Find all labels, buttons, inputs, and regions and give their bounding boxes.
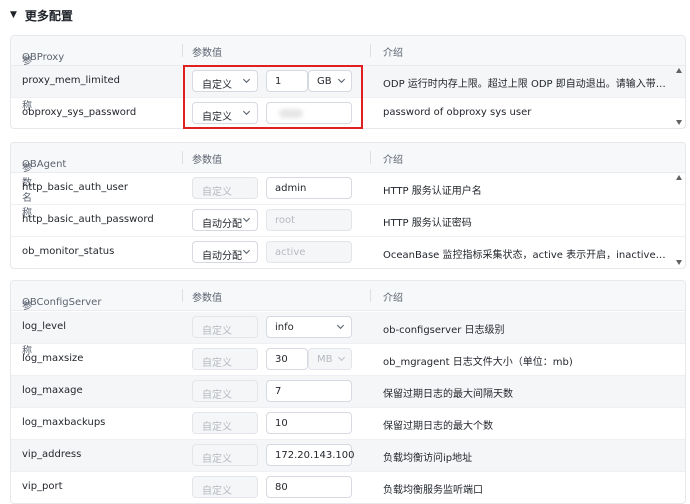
table-row: log_maxsize 自定义 30 MB ob_mgragent 日志文件大小…: [11, 344, 685, 376]
value-mode-select: 自定义: [192, 316, 258, 338]
table-row: proxy_mem_limited 自定义 1 GB ODP 运行时内存上限。超…: [11, 66, 685, 98]
table-row: vip_port 自定义 80 负载均衡服务监听端口: [11, 472, 685, 503]
param-name: vip_port: [22, 481, 63, 492]
param-name: ob_monitor_status: [22, 246, 115, 257]
chevron-down-icon: [242, 217, 251, 223]
param-name: log_maxage: [22, 385, 83, 396]
value-mode-select: 自定义: [192, 348, 258, 370]
param-description: password of obproxy sys user: [383, 107, 532, 118]
param-name: log_maxsize: [22, 353, 84, 364]
password-input[interactable]: [266, 102, 352, 124]
param-description: 保留过期日志的最大个数: [383, 421, 493, 432]
param-value-input[interactable]: 1: [266, 70, 308, 92]
param-description: ODP 运行时内存上限。超过上限 ODP 即自动退出。请输入带容...: [383, 79, 668, 90]
table-header: OBProxy 参数名称 参数值 介绍: [11, 36, 685, 112]
param-description: ob-configserver 日志级别: [383, 325, 505, 336]
table-row: log_level 自定义 info ob-configserver 日志级别: [11, 312, 685, 344]
desc-column-header: 介绍: [383, 155, 403, 166]
obproxy-params-card: OBProxy 参数名称 参数值 介绍 proxy_mem_limited 自定…: [10, 35, 686, 129]
table-row: http_basic_auth_password 自动分配 root HTTP …: [11, 205, 685, 237]
value-column-header: 参数值: [192, 293, 222, 304]
desc-column-header: 介绍: [383, 48, 403, 59]
param-value-input[interactable]: 30: [266, 348, 308, 370]
param-value-input[interactable]: 172.20.143.100: [266, 444, 355, 466]
param-name: obproxy_sys_password: [22, 107, 137, 118]
value-mode-select[interactable]: 自定义: [192, 70, 258, 92]
param-value-input[interactable]: 10: [266, 412, 352, 434]
param-name: http_basic_auth_user: [22, 182, 129, 193]
table-header: OBAgent 参数名称 参数值 介绍: [11, 143, 685, 219]
chevron-down-icon: [242, 78, 251, 84]
param-description: HTTP 服务认证密码: [383, 218, 472, 229]
caret-down-icon[interactable]: ▼: [10, 10, 17, 20]
unit-select[interactable]: GB: [308, 70, 352, 92]
table-row: obproxy_sys_password 自定义 password of obp…: [11, 98, 685, 128]
param-name: http_basic_auth_password: [22, 214, 154, 225]
chevron-down-icon: [337, 356, 346, 362]
param-description: 负载均衡服务监听端口: [383, 485, 483, 496]
table-row: http_basic_auth_user 自定义 admin HTTP 服务认证…: [11, 173, 685, 205]
section-title: 更多配置: [24, 8, 73, 23]
table-row: vip_address 自定义 172.20.143.100 负载均衡访问ip地…: [11, 440, 685, 472]
table-header: OBConfigServer 参数名称 参数值 介绍: [11, 281, 685, 357]
value-mode-select[interactable]: 自定义: [192, 102, 258, 124]
value-mode-select: 自定义: [192, 380, 258, 402]
scrollbar[interactable]: [673, 66, 685, 128]
table-row: log_maxbackups 自定义 10 保留过期日志的最大个数: [11, 408, 685, 440]
obconfigserver-params-card: OBConfigServer 参数名称 参数值 介绍 log_level 自定义…: [10, 280, 686, 504]
scroll-down-icon[interactable]: [676, 260, 682, 265]
value-mode-select: 自定义: [192, 412, 258, 434]
scroll-down-icon[interactable]: [676, 120, 682, 125]
param-description: 保留过期日志的最大间隔天数: [383, 389, 513, 400]
param-value-input[interactable]: 7: [266, 380, 352, 402]
param-description: OceanBase 监控指标采集状态，active 表示开启，inactive …: [383, 250, 668, 261]
chevron-down-icon: [242, 110, 251, 116]
param-value-input: active: [266, 241, 352, 263]
scrollbar[interactable]: [673, 173, 685, 268]
param-description: 负载均衡访问ip地址: [383, 453, 473, 464]
more-config-header[interactable]: ▼ 更多配置: [10, 6, 73, 24]
param-name: proxy_mem_limited: [22, 75, 121, 86]
param-name: log_maxbackups: [22, 417, 106, 428]
scroll-up-icon[interactable]: [676, 175, 682, 180]
chevron-down-icon: [242, 249, 251, 255]
unit-select: MB: [308, 348, 352, 370]
value-mode-select: 自定义: [192, 177, 258, 199]
table-row: log_maxage 自定义 7 保留过期日志的最大间隔天数: [11, 376, 685, 408]
value-mode-select: 自定义: [192, 444, 258, 466]
chevron-down-icon: [336, 324, 345, 330]
value-mode-select[interactable]: 自动分配: [192, 241, 258, 263]
chevron-down-icon: [337, 78, 346, 84]
table-row: ob_monitor_status 自动分配 active OceanBase …: [11, 237, 685, 268]
param-value-input: root: [266, 209, 352, 231]
value-mode-select: 自定义: [192, 476, 258, 498]
value-mode-select[interactable]: 自动分配: [192, 209, 258, 231]
scroll-up-icon[interactable]: [676, 68, 682, 73]
value-column-header: 参数值: [192, 48, 222, 59]
masked-value: [279, 109, 303, 118]
param-description: ob_mgragent 日志文件大小（单位：mb): [383, 357, 573, 368]
param-name: vip_address: [22, 449, 82, 460]
log-level-select[interactable]: info: [266, 316, 352, 338]
desc-column-header: 介绍: [383, 293, 403, 304]
param-value-input[interactable]: admin: [266, 177, 352, 199]
param-name: log_level: [22, 321, 67, 332]
param-value-input[interactable]: 80: [266, 476, 352, 498]
param-description: HTTP 服务认证用户名: [383, 186, 482, 197]
obagent-params-card: OBAgent 参数名称 参数值 介绍 http_basic_auth_user…: [10, 142, 686, 269]
value-column-header: 参数值: [192, 155, 222, 166]
